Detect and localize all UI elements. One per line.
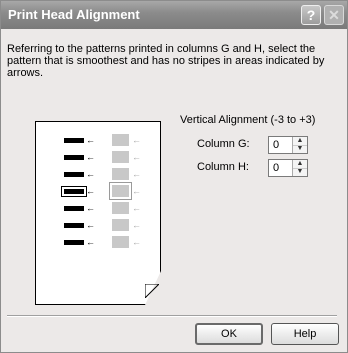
pattern-arrow-icon: ← (132, 220, 141, 230)
column-h-value[interactable]: 0 (273, 162, 279, 174)
pattern-arrow-icon: ← (86, 237, 95, 247)
column-h-spinner[interactable]: 0 ▲ ▼ (268, 159, 308, 177)
column-g-down-icon[interactable]: ▼ (293, 145, 307, 153)
window-title: Print Head Alignment (8, 7, 140, 22)
pattern-arrow-icon: ← (86, 152, 95, 162)
pattern-arrow-icon: ← (86, 186, 95, 196)
pattern-arrow-icon: ← (132, 186, 141, 196)
pattern-arrow-icon: ← (132, 237, 141, 247)
pattern-arrow-icon: ← (132, 169, 141, 179)
gray-pattern-block (112, 134, 129, 146)
alignment-preview-page: ← ← ← ← ← ← ← ← ← ← ← ← ← ← (35, 121, 161, 305)
selected-pattern-highlight (61, 186, 87, 197)
black-pattern-bar (64, 223, 84, 228)
column-h-spin-buttons[interactable]: ▲ ▼ (292, 160, 307, 176)
pattern-arrow-icon: ← (86, 203, 95, 213)
selected-pattern-highlight (109, 182, 132, 200)
column-g-spin-buttons[interactable]: ▲ ▼ (292, 137, 307, 153)
page-fold-corner (145, 284, 159, 298)
print-head-alignment-dialog: Print Head Alignment ? ✕ Referring to th… (0, 0, 348, 353)
vertical-alignment-heading: Vertical Alignment (-3 to +3) (180, 114, 316, 126)
column-g-spinner[interactable]: 0 ▲ ▼ (268, 136, 308, 154)
pattern-arrow-icon: ← (86, 220, 95, 230)
gray-pattern-block (112, 219, 129, 231)
button-divider (7, 315, 337, 317)
gray-pattern-block (112, 168, 129, 180)
black-pattern-bar (64, 206, 84, 211)
gray-pattern-block (112, 236, 129, 248)
instructions-text: Referring to the patterns printed in col… (7, 43, 325, 79)
pattern-arrow-icon: ← (132, 203, 141, 213)
help-button[interactable]: Help (271, 323, 339, 345)
column-g-value[interactable]: 0 (273, 139, 279, 151)
pattern-arrow-icon: ← (132, 135, 141, 145)
black-pattern-bar (64, 172, 84, 177)
column-h-down-icon[interactable]: ▼ (293, 168, 307, 176)
black-pattern-bar (64, 138, 84, 143)
help-icon[interactable]: ? (301, 5, 321, 25)
close-icon[interactable]: ✕ (324, 5, 344, 25)
gray-pattern-block (112, 151, 129, 163)
ok-button[interactable]: OK (195, 323, 263, 345)
gray-pattern-block (112, 202, 129, 214)
black-pattern-bar (64, 240, 84, 245)
column-g-label: Column G: (197, 138, 250, 150)
column-h-label: Column H: (197, 161, 249, 173)
pattern-arrow-icon: ← (86, 169, 95, 179)
title-bar[interactable]: Print Head Alignment ? ✕ (1, 1, 347, 29)
pattern-arrow-icon: ← (132, 152, 141, 162)
black-pattern-bar (64, 155, 84, 160)
pattern-arrow-icon: ← (86, 135, 95, 145)
